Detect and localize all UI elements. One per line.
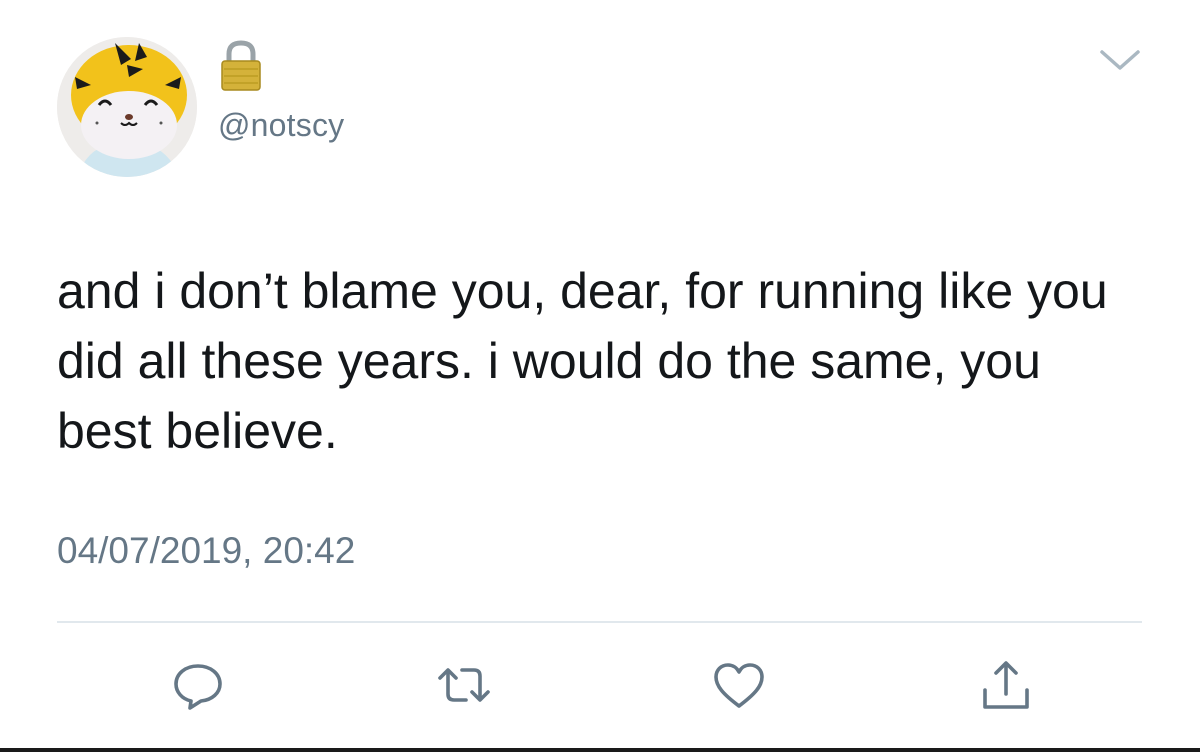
share-icon[interactable]	[976, 656, 1036, 716]
lock-icon	[219, 40, 263, 92]
divider	[57, 621, 1142, 623]
avatar[interactable]	[57, 37, 197, 177]
tweet-text: and i don’t blame you, dear, for running…	[57, 263, 1108, 459]
tweet-timestamp[interactable]: 04/07/2019, 20:42	[57, 530, 355, 572]
heart-icon[interactable]	[709, 656, 769, 716]
screen-edge	[0, 748, 1200, 752]
user-handle[interactable]: @notscy	[218, 107, 344, 144]
chevron-down-icon[interactable]	[1096, 44, 1144, 74]
retweet-icon[interactable]	[434, 656, 494, 716]
tiger-avatar-image	[57, 37, 197, 177]
reply-icon[interactable]	[168, 656, 228, 716]
